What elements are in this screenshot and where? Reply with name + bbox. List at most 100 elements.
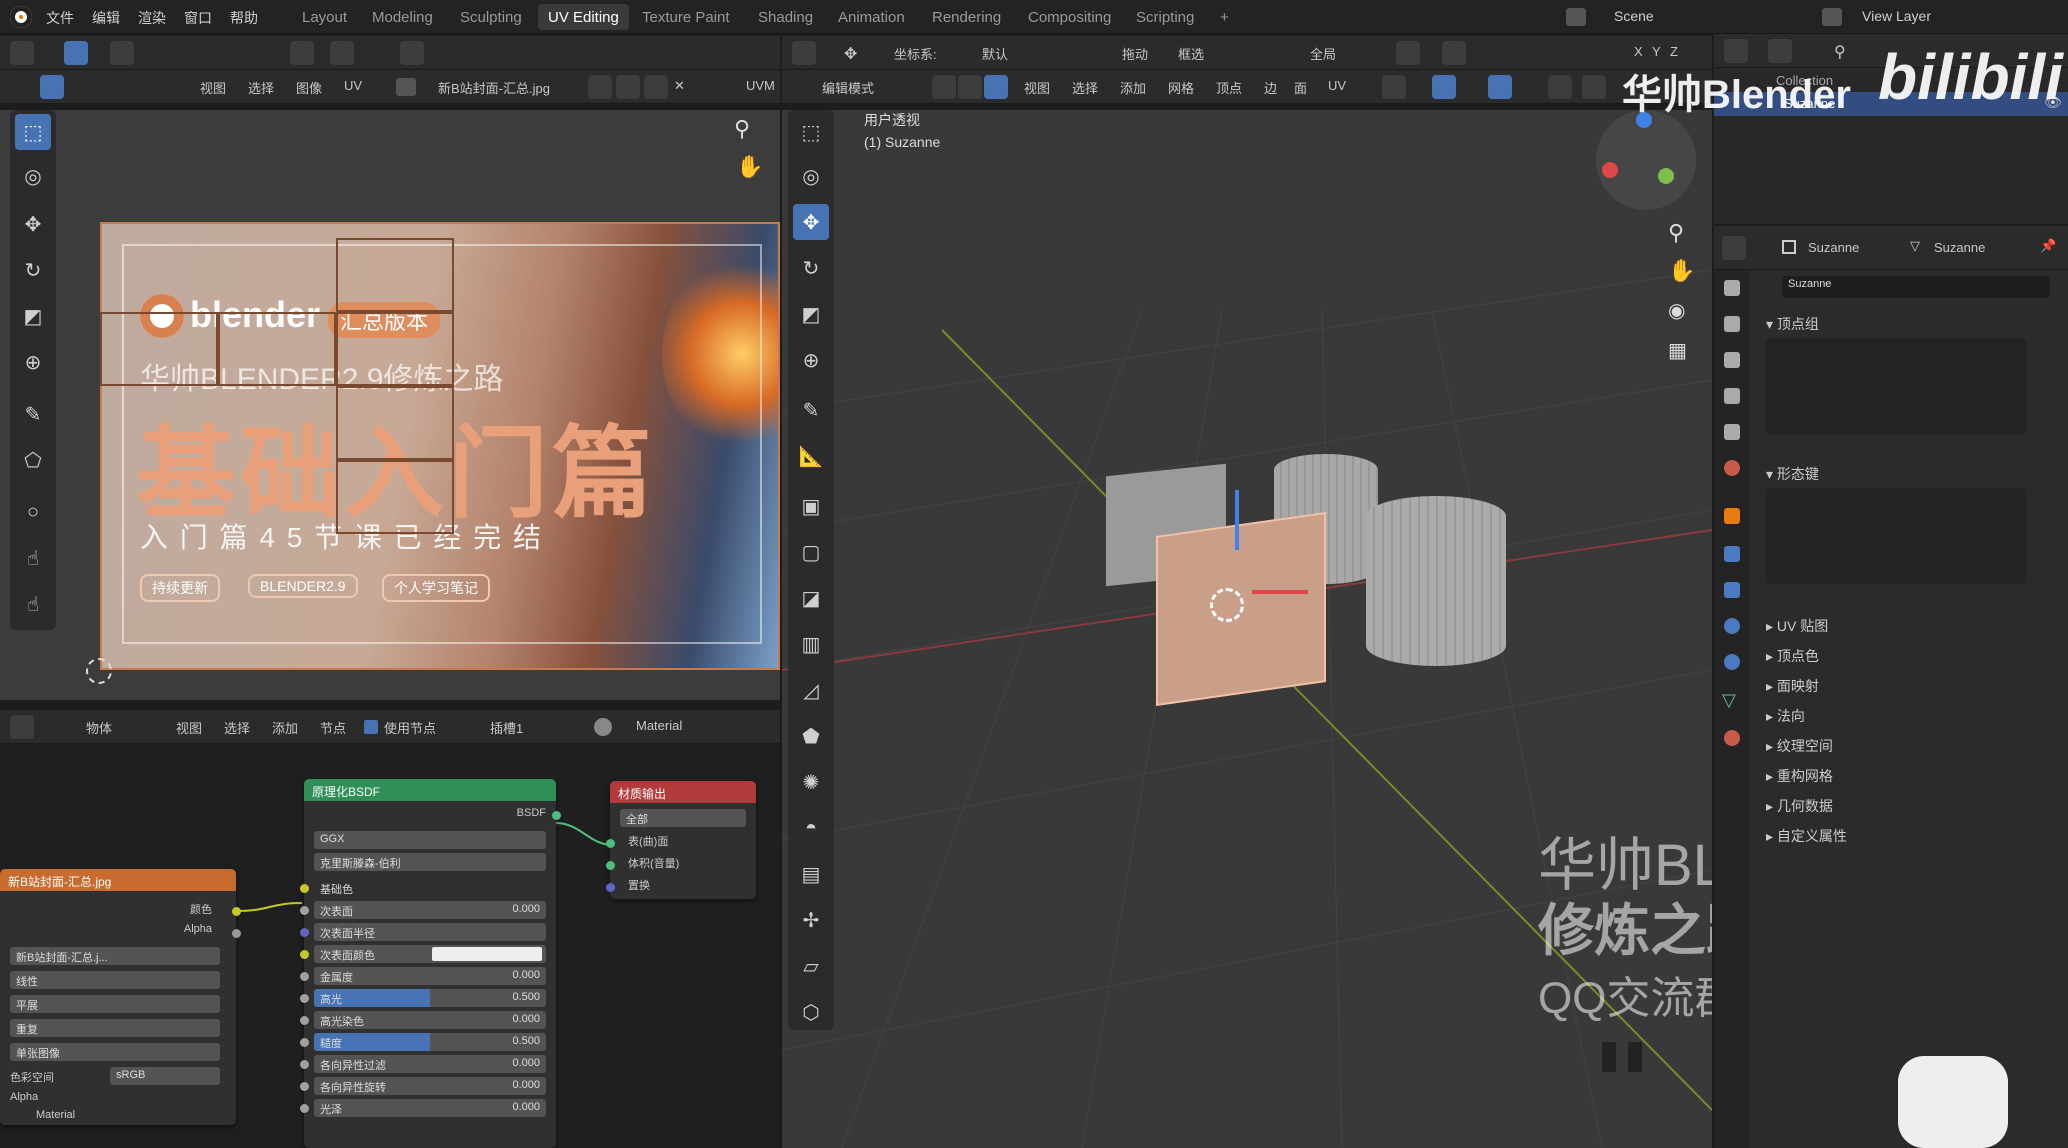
tool-tab-icon[interactable] — [1724, 280, 1740, 296]
select-box-tool[interactable]: ⬚ — [15, 114, 51, 150]
tab-compositing[interactable]: Compositing — [1018, 4, 1121, 30]
xray-toggle-icon[interactable] — [1548, 75, 1572, 99]
extension-select[interactable]: 重复 — [10, 1019, 220, 1037]
view-layer-icon[interactable] — [1822, 8, 1842, 26]
blender-logo-icon[interactable] — [10, 6, 32, 28]
bsdf-input-field[interactable]: 次表面半径 — [314, 923, 546, 941]
vp-move-tool[interactable]: ✥ — [793, 204, 829, 240]
tab-texture-paint[interactable]: Texture Paint — [632, 4, 740, 30]
node-menu-view[interactable]: 视图 — [176, 718, 202, 737]
object-tab-icon[interactable] — [1724, 508, 1740, 524]
tab-animation[interactable]: Animation — [828, 4, 915, 30]
image-icon[interactable] — [396, 78, 416, 96]
displacement-socket[interactable] — [606, 883, 615, 892]
material-output-node[interactable]: 材质输出 全部 表(曲)面 体积(音量) 置换 — [606, 781, 756, 899]
tab-layout[interactable]: Layout — [292, 4, 357, 30]
bsdf-input-socket[interactable] — [300, 1060, 309, 1069]
bsdf-input-socket[interactable] — [300, 994, 309, 1003]
vp-pan-icon[interactable]: ✋ — [1668, 258, 1695, 284]
uv-face-2[interactable] — [100, 312, 218, 386]
alpha-out-socket[interactable] — [232, 929, 241, 938]
interp-select[interactable]: 线性 — [10, 971, 220, 989]
panel-remesh[interactable]: ▸ 重构网格 — [1766, 766, 1833, 786]
cylinder-object-2[interactable] — [1366, 496, 1506, 666]
gizmo-toggle-icon[interactable] — [1432, 75, 1456, 99]
output-target-select[interactable]: 全部 — [620, 809, 746, 827]
navigation-gizmo[interactable] — [1596, 110, 1696, 210]
shrink-tool[interactable]: ✢ — [793, 902, 829, 938]
vertex-mode-icon[interactable] — [932, 75, 956, 99]
rotate-tool[interactable]: ↻ — [15, 252, 51, 288]
bsdf-input-socket[interactable] — [300, 1104, 309, 1113]
scene-name[interactable]: Scene — [1614, 8, 1654, 24]
view-layer-name[interactable]: View Layer — [1862, 8, 1931, 24]
mesh-datablock-field[interactable]: Suzanne — [1782, 276, 2050, 298]
source-select[interactable]: 单张图像 — [10, 1043, 220, 1061]
breadcrumb-object[interactable]: Suzanne — [1808, 240, 1859, 255]
bsdf-input-socket[interactable] — [300, 950, 309, 959]
3d-viewport[interactable]: 用户透视 (1) Suzanne ⬚ ◎ ✥ ↻ ◩ ⊕ ✎ 📐 ▣ ▢ ◪ ▥… — [782, 110, 1712, 1148]
node-object-select[interactable]: 物体 — [86, 718, 112, 737]
node-editor-area[interactable]: 新B站封面-汇总.jpg 颜色 Alpha 新B站封面-汇总.j... 线性 平… — [0, 745, 780, 1148]
props-type-icon[interactable] — [1722, 236, 1746, 260]
uv-face-1[interactable] — [336, 238, 454, 312]
add-workspace-icon[interactable]: + — [1210, 4, 1239, 30]
bsdf-input-socket[interactable] — [300, 1016, 309, 1025]
mirror-x-toggle[interactable]: X — [1634, 44, 1643, 59]
3d-cursor-icon[interactable] — [1210, 588, 1244, 622]
material-name[interactable]: Material — [636, 718, 682, 733]
scene-tab-icon[interactable] — [1724, 424, 1740, 440]
panel-normals[interactable]: ▸ 法向 — [1766, 706, 1805, 726]
view-layer-tab-icon[interactable] — [1724, 388, 1740, 404]
pin-icon[interactable]: 📌 — [2040, 238, 2056, 254]
material-tab-icon[interactable] — [1724, 730, 1740, 746]
projection-select[interactable]: 平展 — [10, 995, 220, 1013]
edge-slide-tool[interactable]: ▤ — [793, 856, 829, 892]
move-gizmo-icon[interactable]: ✥ — [844, 44, 857, 64]
colorspace-select[interactable]: sRGB — [110, 1067, 220, 1085]
surface-socket[interactable] — [606, 839, 615, 848]
cursor-tool[interactable]: ◎ — [15, 158, 51, 194]
material-sphere-icon[interactable] — [594, 718, 612, 736]
tab-scripting[interactable]: Scripting — [1126, 4, 1204, 30]
bsdf-input-field[interactable]: 基础色 — [314, 879, 546, 897]
inset-tool[interactable]: ▢ — [793, 534, 829, 570]
select-mode-icon[interactable] — [64, 41, 88, 65]
proportional-icon[interactable] — [400, 41, 424, 65]
vp-scale-tool[interactable]: ◩ — [793, 296, 829, 332]
gizmo-x-axis[interactable] — [1602, 162, 1618, 178]
node-menu-add[interactable]: 添加 — [272, 718, 298, 737]
bevel-tool[interactable]: ◪ — [793, 580, 829, 616]
rip-region-tool[interactable]: ⬡ — [793, 994, 829, 1030]
grab-tool[interactable]: ○ — [15, 494, 51, 530]
vp-rotate-tool[interactable]: ↻ — [793, 250, 829, 286]
fake-user-icon[interactable] — [588, 75, 612, 99]
uv-face-5[interactable] — [336, 386, 454, 460]
world-tab-icon[interactable] — [1724, 460, 1740, 476]
mirror-z-toggle[interactable]: Z — [1670, 44, 1678, 59]
face-mode-icon[interactable] — [984, 75, 1008, 99]
bsdf-input-field[interactable]: 金属度 0.000 — [314, 967, 546, 985]
breadcrumb-mesh[interactable]: Suzanne — [1934, 240, 1985, 255]
camera-view-icon[interactable]: ◉ — [1668, 298, 1685, 323]
relax-tool[interactable]: ☝ — [15, 540, 51, 576]
transform-pivot-select[interactable]: 全局 — [1310, 44, 1336, 63]
uv-menu-uv[interactable]: UV — [344, 78, 362, 93]
overlay-toggle-icon[interactable] — [1488, 75, 1512, 99]
pivot-icon[interactable] — [290, 41, 314, 65]
physics-tab-icon[interactable] — [1724, 618, 1740, 634]
vp-cursor-tool[interactable]: ◎ — [793, 158, 829, 194]
menu-help[interactable]: 帮助 — [230, 8, 258, 28]
unlink-image-icon[interactable]: ✕ — [674, 78, 685, 94]
bsdf-input-field[interactable]: 高光 0.500 — [314, 989, 546, 1007]
bsdf-input-socket[interactable] — [300, 972, 309, 981]
modifier-tab-icon[interactable] — [1724, 546, 1740, 562]
panel-vertex-groups[interactable]: ▾ 顶点组 — [1766, 314, 1819, 334]
pinch-tool[interactable]: ☝ — [15, 586, 51, 622]
vp-menu-face[interactable]: 面 — [1294, 78, 1307, 97]
edge-mode-icon[interactable] — [958, 75, 982, 99]
bsdf-out-socket[interactable] — [552, 811, 561, 820]
bsdf-input-socket[interactable] — [300, 928, 309, 937]
menu-file[interactable]: 文件 — [46, 8, 74, 28]
tab-shading[interactable]: Shading — [748, 4, 823, 30]
